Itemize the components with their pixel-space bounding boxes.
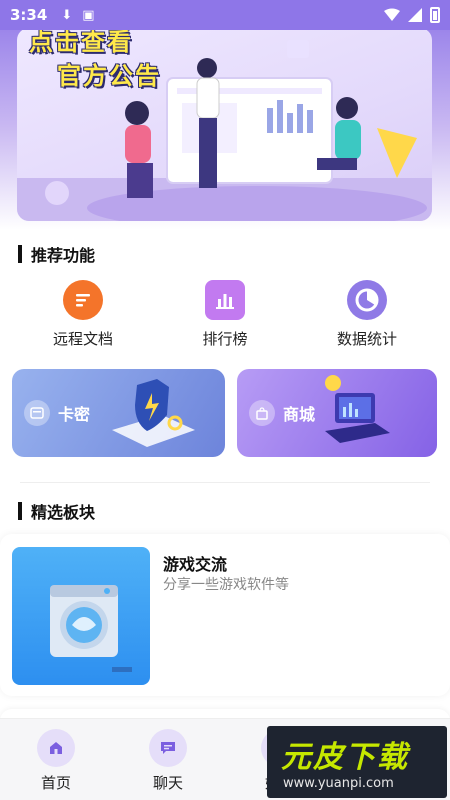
feature-label: 数据统计: [336, 330, 397, 348]
shopping-bag-icon: [249, 400, 275, 426]
document-icon: [63, 280, 103, 320]
download-icon: ⬇: [61, 7, 73, 23]
signal-icon: [408, 8, 422, 22]
nav-chat[interactable]: 聊天: [133, 729, 203, 793]
recommend-title-text: 推荐功能: [31, 246, 96, 265]
battery-icon: [430, 7, 440, 23]
feature-remote-docs[interactable]: 远程文档: [23, 280, 143, 349]
wifi-icon: [384, 8, 400, 21]
nav-label: 聊天: [152, 774, 183, 792]
section-bar: [18, 245, 22, 263]
watermark-logo: 元皮下载 www.yuanpi.com: [267, 726, 447, 798]
recommend-section-title: 推荐功能: [18, 242, 95, 266]
board-description: 分享一些游戏软件等: [163, 577, 289, 593]
card-icon: [24, 400, 50, 426]
featured-section-title: 精选板块: [18, 499, 95, 523]
card-secret-key[interactable]: 卡密: [12, 369, 225, 457]
bar-chart-icon: [205, 280, 245, 320]
chat-icon: [149, 729, 187, 767]
feature-label: 排行榜: [202, 330, 248, 348]
watermark-title: 元皮下载: [281, 740, 409, 775]
board-item-game-exchange[interactable]: 游戏交流 分享一些游戏软件等: [0, 534, 450, 696]
card-shop[interactable]: 商城: [237, 369, 437, 457]
shield-illustration: [112, 379, 195, 447]
feature-label: 远程文档: [52, 330, 113, 348]
home-icon: [37, 729, 75, 767]
laptop-illustration: [325, 375, 390, 443]
washing-machine-illustration: [50, 585, 132, 672]
status-right: [384, 7, 440, 23]
card-label: 卡密: [58, 405, 91, 424]
feature-statistics[interactable]: 数据统计: [307, 280, 427, 349]
nav-home[interactable]: 首页: [21, 729, 91, 793]
banner-title-line1: 点击查看: [29, 28, 133, 56]
featured-title-text: 精选板块: [31, 503, 96, 522]
feature-ranking[interactable]: 排行榜: [165, 280, 285, 349]
pie-chart-icon: [347, 280, 387, 320]
board-title: 游戏交流: [163, 555, 228, 574]
nav-label: 首页: [40, 774, 71, 792]
banner-title-line2: 官方公告: [57, 62, 161, 90]
board-thumbnail: [12, 547, 150, 685]
section-bar: [18, 502, 22, 520]
section-divider: [20, 482, 430, 483]
status-time: 3:34: [10, 6, 48, 24]
app-notification-icon: ▣: [82, 7, 95, 23]
announcement-banner[interactable]: 点击查看 官方公告: [17, 28, 432, 221]
card-label: 商城: [283, 405, 316, 424]
watermark-url: www.yuanpi.com: [283, 776, 394, 791]
status-bar: 3:34 ⬇ ▣: [0, 0, 450, 30]
